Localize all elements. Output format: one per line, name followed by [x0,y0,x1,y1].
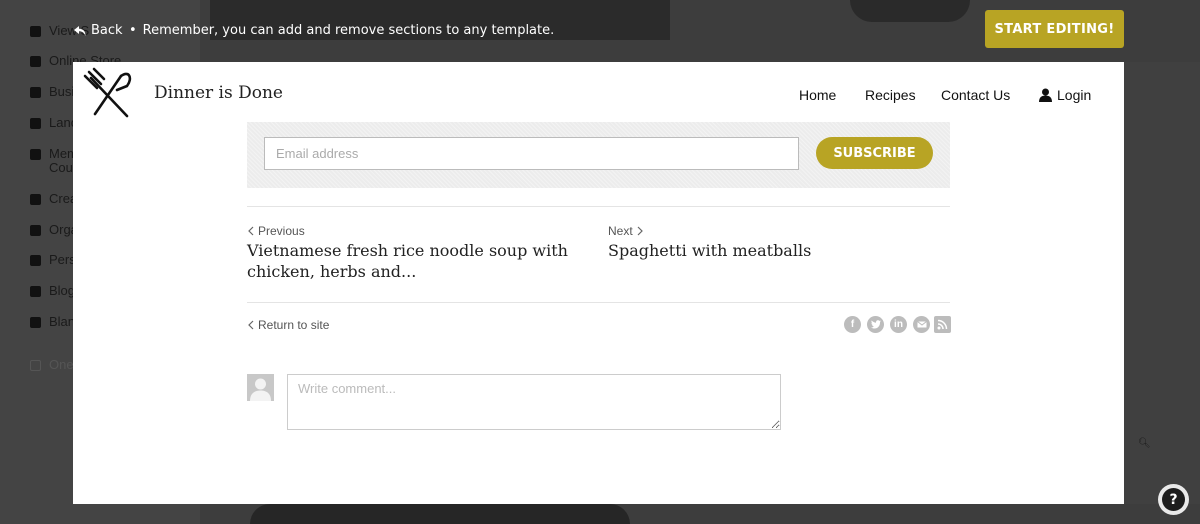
card-icon [30,149,41,160]
calendar-icon [30,225,41,236]
comment-input[interactable] [287,374,781,430]
bg-sidebar-item: Crea [30,192,77,206]
nav-recipes[interactable]: Recipes [865,87,916,103]
avatar [247,374,274,401]
nav-login[interactable]: Login [1039,87,1091,103]
help-icon: ? [1162,488,1185,511]
chevron-right-icon [637,226,643,236]
back-label: Back [91,23,123,38]
rss-icon[interactable] [934,316,951,333]
background-image [250,504,630,524]
bg-sidebar-item: One [30,358,74,372]
page-icon [30,360,41,371]
palette-icon [30,194,41,205]
bg-sidebar-item: Pers [30,253,76,267]
linkedin-icon[interactable]: in [890,316,907,333]
doc-icon [30,87,41,98]
bg-sidebar-item: Lanc [30,116,77,130]
next-post-title[interactable]: Spaghetti with meatballs [608,240,938,261]
user-icon [30,255,41,266]
user-placeholder-icon [250,378,271,401]
email-icon[interactable] [913,316,930,333]
bg-sidebar-item: Blan [30,315,75,329]
bg-sidebar-item: Busi [30,85,74,99]
chevron-left-icon [248,320,254,330]
nav-login-label: Login [1057,87,1092,103]
nav-home[interactable]: Home [799,87,836,103]
search-icon: 🔍︎ [1138,438,1151,449]
nav-contact-us[interactable]: Contact Us [941,87,1010,103]
previous-post-link[interactable]: Previous [247,224,305,238]
bg-sidebar-item: Orga [30,223,78,237]
divider [247,302,950,303]
site-title[interactable]: Dinner is Done [154,83,283,103]
editor-topbar: Back • Remember, you can add and remove s… [0,0,1200,62]
window-icon [30,118,41,129]
return-to-site-link[interactable]: Return to site [247,318,329,332]
twitter-icon[interactable] [867,316,884,333]
previous-post-title[interactable]: Vietnamese fresh rice noodle soup with c… [247,240,577,282]
next-label: Next [608,224,633,238]
back-button[interactable]: Back [73,23,123,38]
email-input[interactable] [264,137,799,170]
bg-sidebar-item: Blog [30,284,75,298]
subscribe-section: SUBSCRIBE [247,122,950,188]
back-arrow-icon [74,25,86,36]
pen-icon [30,286,41,297]
chevron-left-icon [248,226,254,236]
start-editing-button[interactable]: START EDITING! [985,10,1124,48]
template-preview: Dinner is Done Home Recipes Contact Us L… [73,62,1124,504]
return-label: Return to site [258,318,330,332]
hint-text: Remember, you can add and remove section… [142,23,555,38]
divider [247,206,950,207]
template-hint: • Remember, you can add and remove sectio… [123,23,554,38]
bg-sidebar-item: Mem Cou [30,147,78,175]
subscribe-button[interactable]: SUBSCRIBE [816,137,933,169]
plus-circle-icon [30,317,41,328]
facebook-icon[interactable]: f [844,316,861,333]
fork-knife-logo-icon[interactable] [77,66,143,122]
background-panel [1124,62,1200,504]
hint-separator: • [129,23,137,38]
site-header: Dinner is Done Home Recipes Contact Us L… [73,62,1124,124]
user-icon [1039,88,1052,102]
next-post-link[interactable]: Next [608,224,644,238]
help-button[interactable]: ? [1158,484,1189,515]
previous-label: Previous [258,224,305,238]
